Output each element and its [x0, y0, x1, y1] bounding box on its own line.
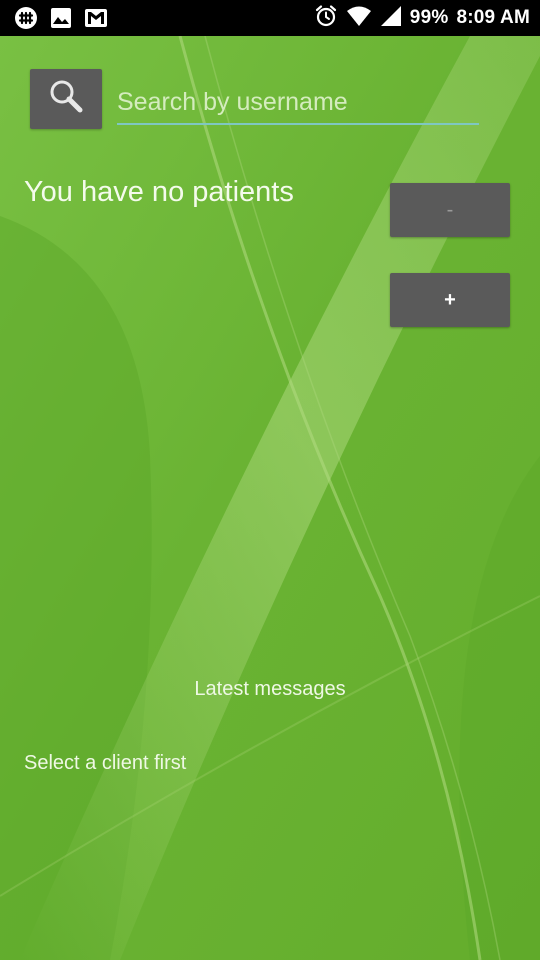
signal-icon	[380, 5, 402, 32]
battery-percent: 99%	[409, 7, 449, 28]
add-patient-button[interactable]: +	[390, 273, 510, 327]
gmail-icon	[84, 8, 108, 33]
wifi-icon	[346, 5, 372, 32]
clock: 8:09 AM	[456, 7, 530, 28]
status-bar: 99% 8:09 AM	[0, 0, 540, 36]
app-screen: 99% 8:09 AM Search by username You have …	[0, 0, 540, 960]
slack-icon	[14, 6, 38, 35]
search-username-input[interactable]	[117, 85, 479, 125]
main-content: You have no patients - + Latest messages…	[0, 36, 540, 960]
search-icon	[46, 77, 86, 122]
remove-patient-button[interactable]: -	[390, 183, 510, 237]
select-client-text: Select a client first	[24, 752, 187, 774]
gallery-icon	[50, 7, 72, 34]
system-icons: 99% 8:09 AM	[306, 0, 530, 36]
latest-messages-title: Latest messages	[194, 678, 346, 700]
no-patients-text: You have no patients	[24, 176, 294, 208]
alarm-icon	[314, 4, 338, 33]
search-button[interactable]	[30, 69, 102, 129]
notification-icons	[14, 6, 120, 35]
